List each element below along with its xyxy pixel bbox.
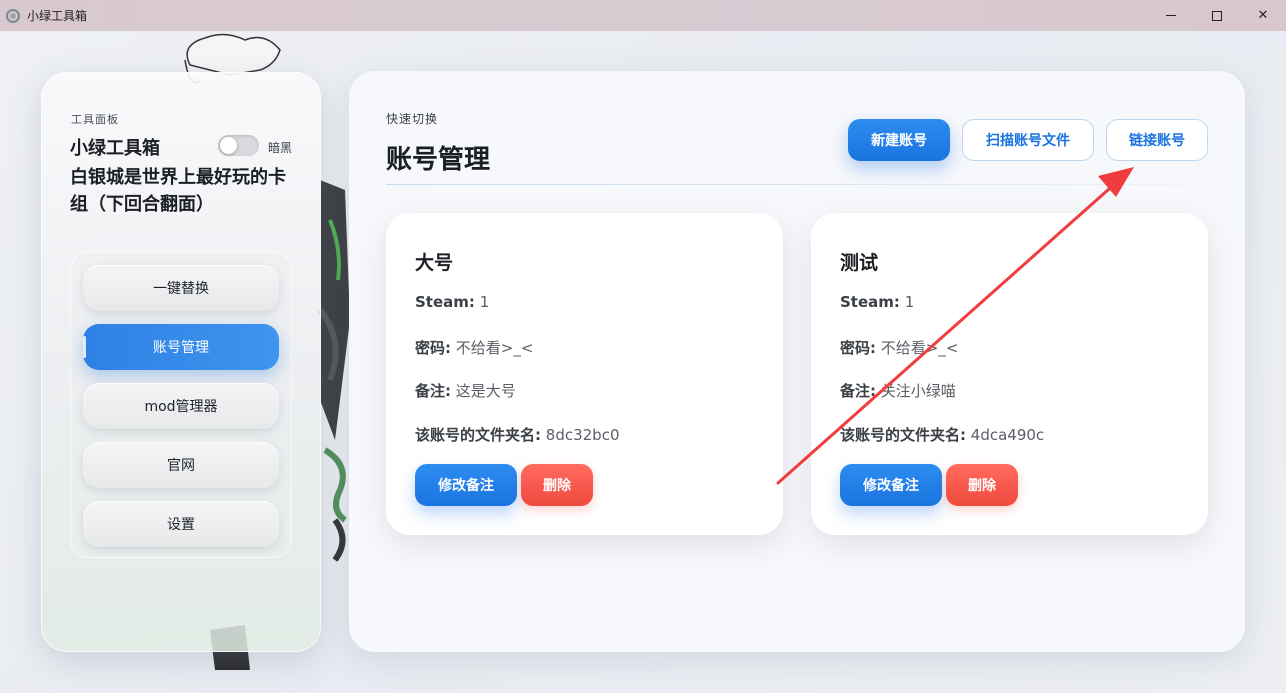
window-controls: ✕ xyxy=(1148,0,1286,31)
field-label: Steam: xyxy=(840,293,900,311)
field-label: 密码: xyxy=(840,339,876,357)
nav-item-settings[interactable]: 设置 xyxy=(83,501,279,547)
password-field: 密码: 不给看>_< xyxy=(415,337,533,358)
field-value: 不给看>_< xyxy=(880,339,959,357)
nav-item-one-click-replace[interactable]: 一键替换 xyxy=(83,265,279,311)
minimize-icon xyxy=(1166,15,1176,16)
field-value: 不给看>_< xyxy=(455,339,534,357)
nav-panel: 一键替换 账号管理 mod管理器 官网 设置 xyxy=(70,252,292,558)
delete-button[interactable]: 删除 xyxy=(946,464,1018,506)
account-name: 测试 xyxy=(840,252,879,274)
edit-note-button[interactable]: 修改备注 xyxy=(840,464,942,506)
field-label: 该账号的文件夹名: xyxy=(415,426,541,444)
field-value: 关注小绿喵 xyxy=(880,382,956,400)
folder-field: 该账号的文件夹名: 8dc32bc0 xyxy=(415,424,620,445)
header-divider xyxy=(386,184,1208,185)
steam-field: Steam: 1 xyxy=(415,293,489,311)
close-button[interactable]: ✕ xyxy=(1240,0,1286,31)
window-title: 小绿工具箱 xyxy=(27,9,88,23)
toggle-knob xyxy=(220,137,237,154)
field-value: 1 xyxy=(904,293,915,311)
sidebar-section-label: 工具面板 xyxy=(71,113,119,126)
field-value: 4dca490c xyxy=(970,426,1045,444)
note-field: 备注: 关注小绿喵 xyxy=(840,380,956,401)
dark-mode-label: 暗黑 xyxy=(268,141,293,155)
new-account-button[interactable]: 新建账号 xyxy=(848,119,950,161)
nav-item-account-management[interactable]: 账号管理 xyxy=(83,324,279,370)
field-label: 密码: xyxy=(415,339,451,357)
field-value: 这是大号 xyxy=(455,382,516,400)
page-title: 账号管理 xyxy=(386,145,491,175)
close-icon: ✕ xyxy=(1257,8,1269,23)
account-card: 大号 Steam: 1 密码: 不给看>_< 备注: 这是大号 该账号的文件夹名… xyxy=(386,213,783,535)
dark-mode-toggle[interactable] xyxy=(218,135,259,156)
page-subtitle: 快速切换 xyxy=(386,112,439,126)
field-value: 1 xyxy=(479,293,490,311)
link-account-button[interactable]: 链接账号 xyxy=(1106,119,1208,161)
steam-field: Steam: 1 xyxy=(840,293,914,311)
sidebar: 工具面板 小绿工具箱 暗黑 白银城是世界上最好玩的卡组（下回合翻面） 一键替换 … xyxy=(41,72,321,652)
nav-item-mod-manager[interactable]: mod管理器 xyxy=(83,383,279,429)
password-field: 密码: 不给看>_< xyxy=(840,337,958,358)
folder-field: 该账号的文件夹名: 4dca490c xyxy=(840,424,1044,445)
sidebar-motto: 白银城是世界上最好玩的卡组（下回合翻面） xyxy=(70,167,286,215)
scan-account-files-button[interactable]: 扫描账号文件 xyxy=(962,119,1094,161)
note-field: 备注: 这是大号 xyxy=(415,380,516,401)
field-label: 备注: xyxy=(415,382,451,400)
field-label: 该账号的文件夹名: xyxy=(840,426,966,444)
minimize-button[interactable] xyxy=(1148,0,1194,31)
maximize-button[interactable] xyxy=(1194,0,1240,31)
account-card: 测试 Steam: 1 密码: 不给看>_< 备注: 关注小绿喵 该账号的文件夹… xyxy=(811,213,1208,535)
field-label: 备注: xyxy=(840,382,876,400)
main-panel: 快速切换 账号管理 新建账号 扫描账号文件 链接账号 大号 Steam: 1 密… xyxy=(349,71,1245,652)
maximize-icon xyxy=(1212,10,1222,21)
field-label: Steam: xyxy=(415,293,475,311)
field-value: 8dc32bc0 xyxy=(545,426,620,444)
account-name: 大号 xyxy=(415,252,454,274)
edit-note-button[interactable]: 修改备注 xyxy=(415,464,517,506)
sidebar-app-title: 小绿工具箱 xyxy=(70,138,160,159)
nav-item-official-site[interactable]: 官网 xyxy=(83,442,279,488)
delete-button[interactable]: 删除 xyxy=(521,464,593,506)
app-logo-icon xyxy=(6,8,20,23)
